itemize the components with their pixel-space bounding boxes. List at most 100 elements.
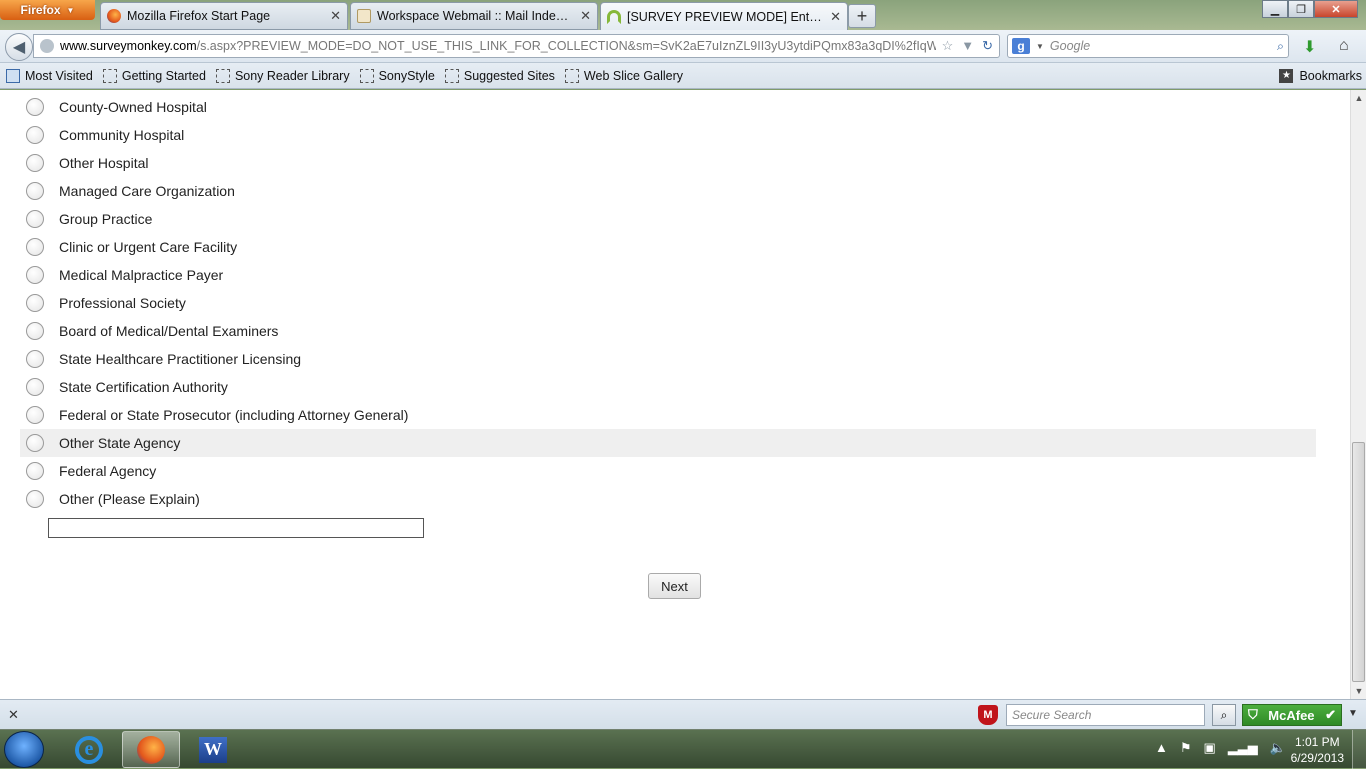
option-clinic-urgent-care[interactable]: Clinic or Urgent Care Facility	[20, 233, 1316, 261]
option-state-healthcare-licensing[interactable]: State Healthcare Practitioner Licensing	[20, 345, 1316, 373]
radio-button[interactable]	[26, 266, 44, 284]
mcafee-label: McAfee	[1268, 707, 1315, 723]
bookmarks-star-icon: ★	[1279, 68, 1294, 83]
bookmark-label: Web Slice Gallery	[583, 68, 684, 83]
radio-button[interactable]	[26, 462, 44, 480]
bookmark-label: Getting Started	[121, 68, 206, 83]
bookmark-star-icon[interactable]: ☆	[942, 38, 954, 54]
option-label: Board of Medical/Dental Examiners	[59, 323, 279, 339]
url-bar[interactable]: www.surveymonkey.com/s.aspx?PREVIEW_MODE…	[33, 34, 1000, 58]
firefox-icon	[137, 735, 165, 764]
radio-button[interactable]	[26, 294, 44, 312]
option-other-hospital[interactable]: Other Hospital	[20, 149, 1316, 177]
bookmark-getting-started[interactable]: Getting Started	[102, 68, 206, 83]
option-managed-care-organization[interactable]: Managed Care Organization	[20, 177, 1316, 205]
home-icon[interactable]: ⌂	[1339, 37, 1349, 55]
show-desktop-button[interactable]	[1352, 730, 1366, 769]
taskbar-word[interactable]: W	[184, 731, 242, 768]
option-county-owned-hospital[interactable]: County-Owned Hospital	[20, 93, 1316, 121]
bookmark-placeholder-icon	[102, 68, 117, 83]
firefox-menu-button[interactable]: Firefox ▼	[0, 0, 95, 20]
chevron-down-icon[interactable]: ▼	[1348, 708, 1358, 719]
volume-icon[interactable]: 🔈	[1270, 740, 1286, 756]
tab-label: Workspace Webmail :: Mail Index :: H...	[377, 9, 575, 23]
bookmark-placeholder-icon	[359, 68, 374, 83]
radio-button[interactable]	[26, 434, 44, 452]
radio-button[interactable]	[26, 406, 44, 424]
bookmark-sonystyle[interactable]: SonyStyle	[359, 68, 435, 83]
mcafee-shield-icon[interactable]: M	[978, 705, 998, 725]
tab-strip: Firefox ▼ Mozilla Firefox Start Page ✕ W…	[0, 0, 1366, 30]
restore-icon[interactable]: ❐	[1288, 0, 1314, 18]
option-board-medical-dental-examiners[interactable]: Board of Medical/Dental Examiners	[20, 317, 1316, 345]
search-icon[interactable]: ⌕	[1212, 704, 1236, 726]
option-group-practice[interactable]: Group Practice	[20, 205, 1316, 233]
reload-icon[interactable]: ↻	[982, 38, 993, 54]
clock[interactable]: 1:01 PM 6/29/2013	[1291, 734, 1344, 766]
device-icon[interactable]: ▣	[1204, 740, 1216, 756]
secure-search-input[interactable]: Secure Search	[1006, 704, 1205, 726]
back-button[interactable]: ◀	[5, 33, 33, 61]
action-center-flag-icon[interactable]: ⚑	[1180, 740, 1192, 756]
bookmarks-menu-button[interactable]: ★ Bookmarks	[1279, 68, 1362, 83]
history-dropdown-icon[interactable]: ▼	[961, 38, 974, 54]
network-signal-icon[interactable]: ▂▃▅	[1228, 740, 1258, 756]
scrollbar-thumb[interactable]	[1352, 442, 1365, 682]
search-box[interactable]: g ▼ Google ⌕	[1007, 34, 1289, 58]
option-federal-state-prosecutor[interactable]: Federal or State Prosecutor (including A…	[20, 401, 1316, 429]
option-state-certification-authority[interactable]: State Certification Authority	[20, 373, 1316, 401]
minimize-icon[interactable]: ▁	[1262, 0, 1288, 18]
radio-button[interactable]	[26, 154, 44, 172]
radio-button[interactable]	[26, 378, 44, 396]
clock-date: 6/29/2013	[1290, 751, 1344, 765]
option-professional-society[interactable]: Professional Society	[20, 289, 1316, 317]
option-other-please-explain[interactable]: Other (Please Explain)	[20, 485, 1316, 513]
bookmark-most-visited[interactable]: Most Visited	[6, 68, 93, 83]
other-explain-input[interactable]	[48, 518, 424, 538]
secure-search-placeholder: Secure Search	[1012, 708, 1092, 722]
radio-button[interactable]	[26, 98, 44, 116]
bookmark-label: SonyStyle	[378, 68, 435, 83]
radio-button[interactable]	[26, 350, 44, 368]
show-hidden-icons-icon[interactable]: ▲	[1155, 740, 1168, 756]
option-label: Other State Agency	[59, 435, 181, 451]
tab-survey-preview[interactable]: [SURVEY PREVIEW MODE] Entity Surv... ✕	[600, 2, 848, 30]
window-controls: ▁ ❐ ✕	[1262, 0, 1358, 18]
option-federal-agency[interactable]: Federal Agency	[20, 457, 1316, 485]
radio-button[interactable]	[26, 238, 44, 256]
radio-button[interactable]	[26, 126, 44, 144]
google-icon[interactable]: g	[1012, 38, 1030, 54]
bookmark-sony-reader-library[interactable]: Sony Reader Library	[215, 68, 350, 83]
option-community-hospital[interactable]: Community Hospital	[20, 121, 1316, 149]
close-icon[interactable]: ✕	[330, 8, 341, 24]
taskbar-internet-explorer[interactable]: e	[60, 731, 118, 768]
taskbar-firefox[interactable]	[122, 731, 180, 768]
window-close-icon[interactable]: ✕	[1314, 0, 1358, 18]
vertical-scrollbar[interactable]: ▲ ▼	[1350, 90, 1366, 699]
close-icon[interactable]: ✕	[830, 9, 841, 25]
radio-button[interactable]	[26, 490, 44, 508]
close-icon[interactable]: ✕	[8, 707, 19, 723]
search-icon[interactable]: ⌕	[1277, 39, 1284, 54]
start-button[interactable]	[4, 731, 44, 768]
firefox-menu-label: Firefox	[20, 3, 61, 17]
radio-button[interactable]	[26, 322, 44, 340]
tab-webmail[interactable]: Workspace Webmail :: Mail Index :: H... …	[350, 2, 598, 30]
chevron-down-icon[interactable]: ▼	[1036, 42, 1044, 51]
next-button[interactable]: Next	[648, 573, 701, 599]
scroll-up-icon[interactable]: ▲	[1351, 90, 1366, 106]
option-label: State Healthcare Practitioner Licensing	[59, 351, 302, 367]
mcafee-status-badge[interactable]: ⛉ McAfee ✔	[1242, 704, 1342, 726]
radio-button[interactable]	[26, 182, 44, 200]
download-icon[interactable]: ⬇	[1303, 37, 1316, 57]
tab-firefox-start[interactable]: Mozilla Firefox Start Page ✕	[100, 2, 348, 30]
option-medical-malpractice-payer[interactable]: Medical Malpractice Payer	[20, 261, 1316, 289]
radio-button[interactable]	[26, 210, 44, 228]
option-label: Professional Society	[59, 295, 186, 311]
bookmark-suggested-sites[interactable]: Suggested Sites	[444, 68, 555, 83]
new-tab-button[interactable]: +	[848, 4, 876, 28]
bookmark-web-slice-gallery[interactable]: Web Slice Gallery	[564, 68, 684, 83]
scroll-down-icon[interactable]: ▼	[1351, 683, 1366, 699]
close-icon[interactable]: ✕	[580, 8, 591, 24]
option-other-state-agency[interactable]: Other State Agency	[20, 429, 1316, 457]
